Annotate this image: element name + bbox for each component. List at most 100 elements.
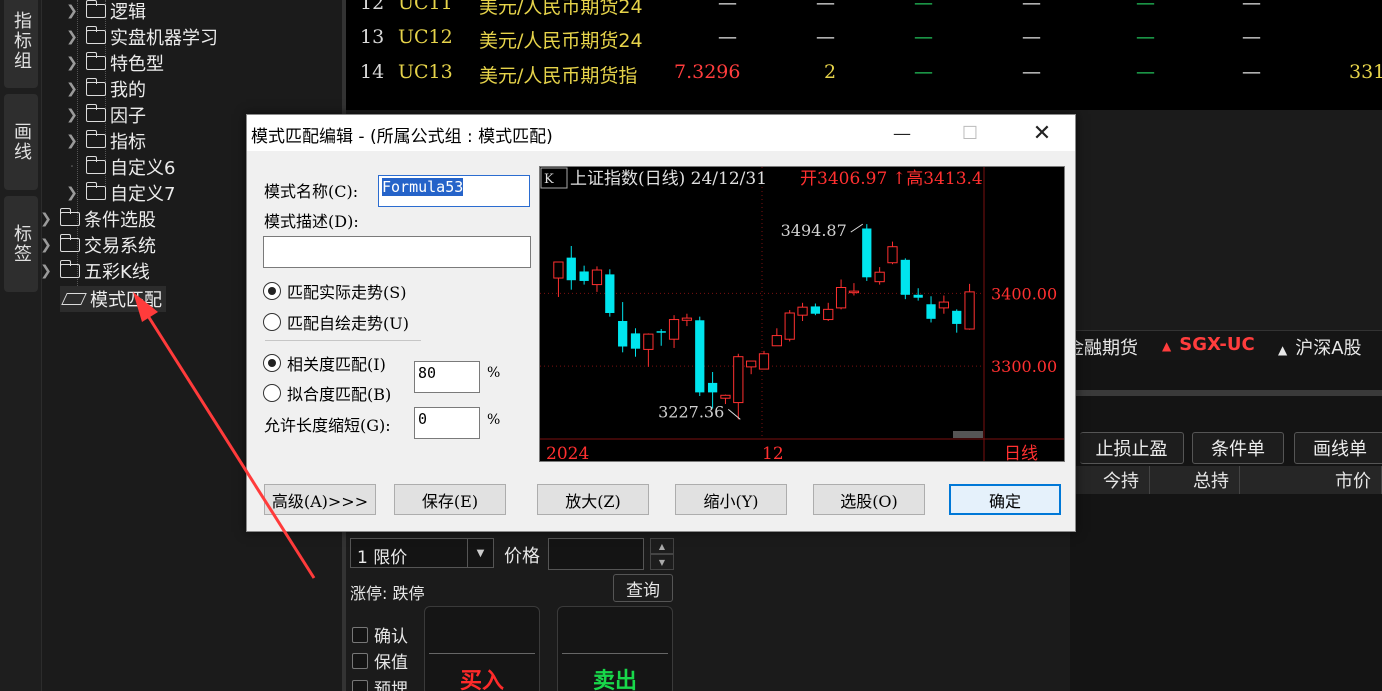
tree-item-indicator[interactable]: ❯ 指标 xyxy=(66,128,146,154)
open-price-label: 开3406.97 xyxy=(800,169,887,189)
correlation-match-radio[interactable]: 相关度匹配(I) xyxy=(263,351,386,375)
column-header-total-hold[interactable]: 总持 xyxy=(1150,466,1240,494)
chevron-right-icon[interactable]: ❯ xyxy=(66,81,78,97)
folder-icon xyxy=(85,26,106,44)
tab-drawing[interactable]: 画线 xyxy=(4,94,38,190)
candle-body xyxy=(887,246,898,264)
tree-item-custom6[interactable]: · 自定义6 xyxy=(66,154,175,180)
candle-body xyxy=(618,321,628,347)
radio-checked-icon[interactable] xyxy=(263,354,281,372)
min-annotation: 3227.36 xyxy=(658,402,724,421)
tree-item-factor[interactable]: ❯ 因子 xyxy=(66,102,146,128)
tree-item-custom7[interactable]: ❯ 自定义7 xyxy=(66,180,175,206)
price-input[interactable] xyxy=(548,538,644,570)
candle-body xyxy=(733,356,744,404)
folder-icon xyxy=(59,234,80,252)
tree-item-condition-pick[interactable]: ❯ 条件选股 xyxy=(40,206,156,232)
tab-financial-futures[interactable]: 金融期货 xyxy=(1066,334,1138,360)
maximize-icon[interactable]: ☐ xyxy=(947,115,993,151)
tree-item-pattern-match[interactable]: 模式匹配 xyxy=(60,286,166,312)
tree-item-trading-system[interactable]: ❯ 交易系统 xyxy=(40,232,156,258)
description-label: 模式描述(D): xyxy=(264,212,359,231)
chevron-right-icon[interactable]: ❯ xyxy=(40,263,52,279)
spin-down-icon[interactable]: ▼ xyxy=(650,554,674,570)
order-type-select[interactable]: 1 限价 ▼ xyxy=(350,538,494,568)
triangle-up-icon: ▲ xyxy=(1162,339,1172,353)
chevron-right-icon[interactable]: ❯ xyxy=(66,55,78,71)
chevron-right-icon[interactable]: ❯ xyxy=(66,107,78,123)
radio-checked-icon[interactable] xyxy=(263,282,281,300)
column-header-today-hold[interactable]: 今持 xyxy=(1070,466,1150,494)
sell-button[interactable]: 卖出 xyxy=(557,606,673,691)
table-row[interactable]: 14 UC13 美元/人民币期货指 7.3296 2 — — — — 331 xyxy=(346,57,1382,91)
tree-item-featured[interactable]: ❯ 特色型 xyxy=(66,50,164,76)
dialog-titlebar[interactable]: 模式匹配编辑 - (所属公式组 : 模式匹配) — ☐ ✕ xyxy=(247,115,1075,151)
chevron-right-icon[interactable]: ❯ xyxy=(66,133,78,149)
fit-match-radio[interactable]: 拟合度匹配(B) xyxy=(263,381,391,405)
tree-item-logic[interactable]: ❯ 逻辑 xyxy=(66,0,146,24)
divider xyxy=(562,653,668,654)
tree-item-ml[interactable]: ❯ 实盘机器学习 xyxy=(66,24,218,50)
table-row[interactable]: 12 UC11 美元/人民币期货24 — — — — — — xyxy=(346,0,1382,22)
chevron-right-icon[interactable]: ❯ xyxy=(66,185,78,201)
match-actual-trend-radio[interactable]: 匹配实际走势(S) xyxy=(263,279,406,303)
candle-body xyxy=(591,269,603,286)
radio-icon[interactable] xyxy=(263,313,281,331)
minimize-icon[interactable]: — xyxy=(879,115,925,151)
pattern-match-dialog: 模式匹配编辑 - (所属公式组 : 模式匹配) — ☐ ✕ 模式名称(C): F… xyxy=(246,114,1076,532)
save-button[interactable]: 保存(E) xyxy=(394,484,506,515)
tab-sgx-uc[interactable]: ▲ SGX-UC xyxy=(1162,334,1255,355)
radio-icon[interactable] xyxy=(263,384,281,402)
chart-scroll-thumb xyxy=(953,431,983,438)
buy-button[interactable]: 买入 xyxy=(424,606,540,691)
percent-label: % xyxy=(487,365,501,381)
trade-panel: 1 限价 ▼ 价格 ▲ ▼ 涨停: 跌停 查询 确认 保值 预埋 买入 卖出 xyxy=(346,532,706,691)
description-input[interactable] xyxy=(263,236,531,268)
conditional-order-button[interactable]: 条件单 xyxy=(1192,432,1284,464)
spin-up-icon[interactable]: ▲ xyxy=(650,538,674,554)
candle-body xyxy=(848,290,860,294)
formula-name-input[interactable]: Formula53 xyxy=(378,175,530,207)
candlestick-chart[interactable]: 3400.00 3300.00 3494.87 3227.36 K 上证指数(日线) 24… xyxy=(539,166,1065,462)
tab-indicator-group[interactable]: 指标组 xyxy=(4,0,38,88)
folder-icon xyxy=(85,0,106,18)
column-header-market-price[interactable]: 市价 xyxy=(1240,466,1382,494)
tab-sh-sz-a[interactable]: ▲ 沪深A股 xyxy=(1278,334,1362,360)
chevron-right-icon[interactable]: ❯ xyxy=(66,29,78,45)
dropdown-arrow-icon[interactable]: ▼ xyxy=(467,539,493,567)
zoom-in-button[interactable]: 放大(Z) xyxy=(537,484,649,515)
checkbox-icon[interactable] xyxy=(352,679,368,691)
candle-body xyxy=(566,257,576,281)
candle-body xyxy=(695,320,705,393)
checkbox-icon[interactable] xyxy=(352,626,368,643)
chevron-right-icon[interactable]: ❯ xyxy=(40,237,52,253)
folder-icon xyxy=(85,104,106,122)
line-order-button[interactable]: 画线单 xyxy=(1294,432,1382,464)
k-badge-label: K xyxy=(544,172,554,187)
max-annotation: 3494.87 xyxy=(781,221,847,240)
zoom-out-button[interactable]: 缩小(Y) xyxy=(675,484,787,515)
chart-canvas: 3400.00 3300.00 3494.87 3227.36 K 上证指数(日线) 24… xyxy=(540,167,1064,461)
chevron-right-icon[interactable]: ❯ xyxy=(66,3,78,19)
query-button[interactable]: 查询 xyxy=(613,574,673,602)
match-drawn-trend-radio[interactable]: 匹配自绘走势(U) xyxy=(263,310,409,334)
checkbox-icon[interactable] xyxy=(352,652,368,669)
advanced-button[interactable]: 高级(A)>>> xyxy=(264,484,376,515)
candle-body xyxy=(553,261,564,279)
chevron-right-icon[interactable]: ❯ xyxy=(40,211,52,227)
shorten-input[interactable]: 0 xyxy=(414,407,480,439)
pick-stock-button[interactable]: 选股(O) xyxy=(813,484,925,515)
tree-item-color-kline[interactable]: ❯ 五彩K线 xyxy=(40,258,150,284)
table-row[interactable]: 13 UC12 美元/人民币期货24 — — — — — — xyxy=(346,22,1382,56)
hedge-checkbox[interactable]: 保值 xyxy=(352,648,408,673)
close-icon[interactable]: ✕ xyxy=(1019,115,1065,151)
tree-item-mine[interactable]: ❯ 我的 xyxy=(66,76,146,102)
tab-labels[interactable]: 标签 xyxy=(4,196,38,292)
tree-connector: · xyxy=(69,159,75,175)
ok-button[interactable]: 确定 xyxy=(949,484,1061,515)
stop-loss-button[interactable]: 止损止盈 xyxy=(1080,432,1184,464)
correlation-threshold-input[interactable]: 80 xyxy=(414,361,480,393)
confirm-checkbox[interactable]: 确认 xyxy=(352,622,408,647)
preset-checkbox[interactable]: 预埋 xyxy=(352,675,408,691)
candle-body xyxy=(952,310,962,324)
